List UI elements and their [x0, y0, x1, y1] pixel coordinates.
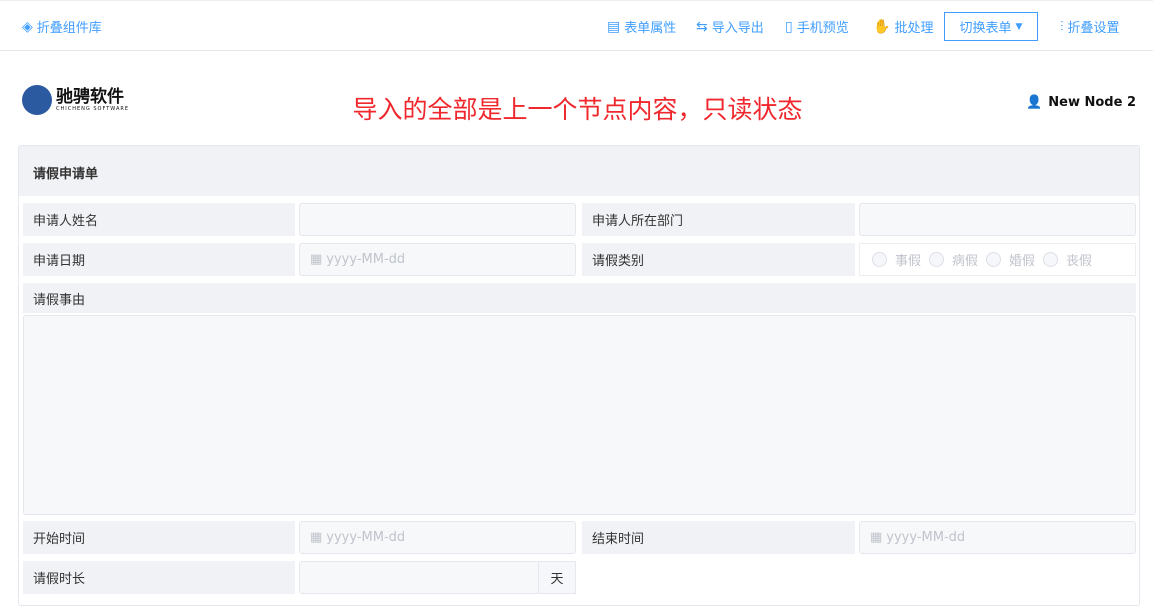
collapse-settings-button[interactable]: ⫶ 折叠设置 — [1060, 17, 1120, 37]
label-start: 开始时间 — [23, 521, 295, 554]
label: 导入导出 — [711, 21, 764, 36]
collapse-library-button[interactable]: ◈ 折叠组件库 — [22, 17, 102, 37]
radio-option[interactable]: 病假 — [929, 250, 978, 269]
logo: 驰骋软件 CHICHENG SOFTWARE — [22, 85, 129, 115]
label: 表单属性 — [624, 21, 677, 36]
calendar-icon: ▦ — [870, 530, 883, 545]
sliders-icon: ⫶ — [1060, 18, 1064, 35]
user-icon: 👤 — [1026, 95, 1043, 110]
placeholder: yyyy-MM-dd — [326, 530, 406, 545]
start-time-input[interactable]: ▦ yyyy-MM-dd — [299, 521, 576, 554]
form-properties-button[interactable]: ▤ 表单属性 — [607, 17, 677, 37]
radio-circle — [872, 252, 887, 267]
label: 切换表单 — [959, 21, 1012, 36]
form-title: 请假申请单 — [19, 146, 1139, 196]
leave-type-radio-group: 事假 病假 婚假 丧假 — [859, 243, 1136, 276]
label-duration: 请假时长 — [23, 561, 295, 594]
label: 手机预览 — [796, 21, 849, 36]
label-name: 申请人姓名 — [23, 203, 295, 236]
logo-text: 驰骋软件 — [56, 87, 124, 107]
top-toolbar: ◈ 折叠组件库 ▤ 表单属性 ⇆ 导入导出 ▯ 手机预览 ✋ 批处理 切换表单 ▼ ⫶ 折叠设… — [0, 0, 1153, 51]
user-name: New Node 2 — [1048, 95, 1136, 110]
date-input[interactable]: ▦ yyyy-MM-dd — [299, 243, 576, 276]
placeholder: yyyy-MM-dd — [886, 530, 966, 545]
duration-unit: 天 — [538, 561, 576, 594]
calendar-icon: ▦ — [310, 252, 323, 267]
layers-icon: ◈ — [22, 18, 33, 35]
label-dept: 申请人所在部门 — [582, 203, 855, 236]
radio-option[interactable]: 事假 — [872, 250, 921, 269]
form-icon: ▤ — [607, 18, 621, 35]
logo-subtext: CHICHENG SOFTWARE — [56, 106, 130, 112]
radio-option[interactable]: 丧假 — [1043, 250, 1092, 269]
label-end: 结束时间 — [582, 521, 855, 554]
hand-icon: ✋ — [873, 18, 891, 35]
radio-label: 丧假 — [1066, 254, 1093, 269]
phone-icon: ▯ — [785, 18, 793, 35]
radio-circle — [929, 252, 945, 267]
radio-circle — [986, 252, 1002, 267]
label-date: 申请日期 — [23, 243, 295, 276]
name-input[interactable] — [299, 203, 576, 236]
reason-textarea[interactable] — [23, 315, 1136, 515]
end-time-input[interactable]: ▦ yyyy-MM-dd — [859, 521, 1136, 554]
dept-input[interactable] — [859, 203, 1136, 236]
radio-label: 病假 — [952, 254, 979, 269]
notice-title: 导入的全部是上一个节点内容，只读状态 — [352, 95, 803, 124]
duration-input[interactable] — [299, 561, 539, 594]
radio-label: 婚假 — [1009, 254, 1036, 269]
placeholder: yyyy-MM-dd — [326, 252, 406, 267]
mobile-preview-button[interactable]: ▯ 手机预览 — [785, 17, 849, 37]
label-reason: 请假事由 — [23, 283, 1136, 313]
user-info: 👤 New Node 2 — [1026, 95, 1136, 110]
label: 批处理 — [894, 21, 934, 36]
import-icon: ⇆ — [696, 18, 708, 35]
import-export-button[interactable]: ⇆ 导入导出 — [696, 17, 764, 37]
label: 折叠组件库 — [36, 21, 102, 36]
radio-circle — [1043, 252, 1059, 267]
logo-mark — [22, 85, 52, 115]
radio-label: 事假 — [895, 254, 922, 269]
label-type: 请假类别 — [582, 243, 855, 276]
caret-down-icon: ▼ — [1015, 21, 1023, 32]
radio-option[interactable]: 婚假 — [986, 250, 1035, 269]
switch-form-dropdown[interactable]: 切换表单 ▼ — [944, 12, 1038, 41]
calendar-icon: ▦ — [310, 530, 323, 545]
label: 折叠设置 — [1067, 21, 1120, 36]
batch-button[interactable]: ✋ 批处理 — [873, 17, 934, 37]
